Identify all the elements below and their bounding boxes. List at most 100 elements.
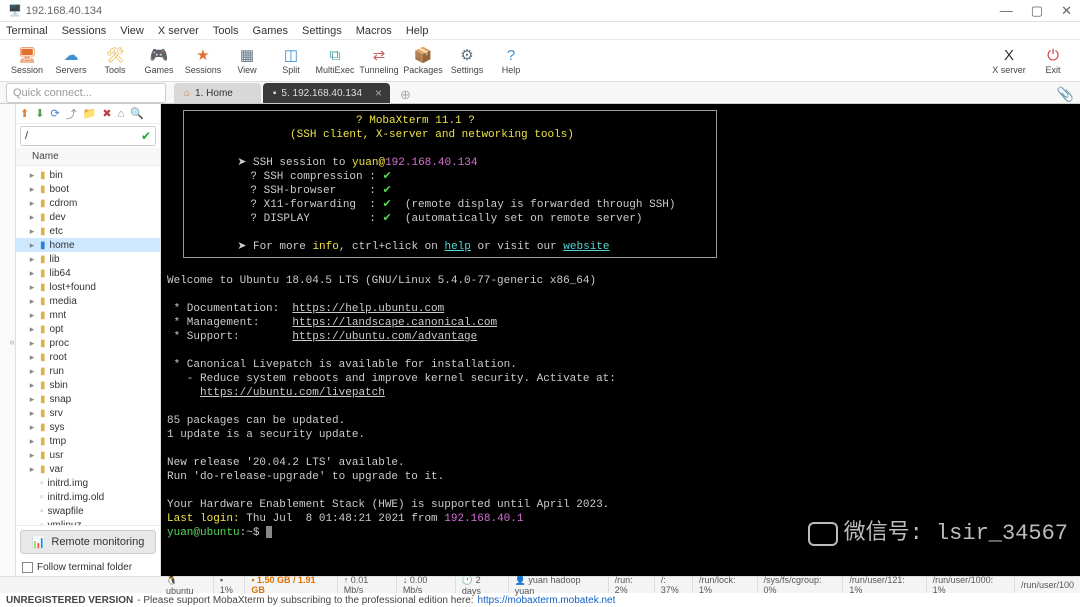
menu-macros[interactable]: Macros [356, 25, 392, 37]
sessions-button[interactable]: ★Sessions [184, 42, 222, 80]
expand-icon[interactable]: ▸ [28, 352, 36, 363]
refresh-icon[interactable]: ⟳ [50, 107, 59, 120]
delete-icon[interactable]: ✖ [102, 107, 111, 120]
menu-x-server[interactable]: X server [158, 25, 199, 37]
column-header-name[interactable]: Name [16, 148, 160, 166]
expand-icon[interactable]: ▸ [28, 366, 36, 377]
expand-icon[interactable]: ▸ [28, 212, 36, 223]
help-button[interactable]: ?Help [492, 42, 530, 80]
status-disk-5: /run/user/1000: 1% [926, 577, 1014, 593]
new-tab-button[interactable]: ⊕ [400, 87, 411, 103]
menu-games[interactable]: Games [253, 25, 288, 37]
folder-sbin[interactable]: ▸▮sbin [16, 378, 160, 392]
folder-lib[interactable]: ▸▮lib [16, 252, 160, 266]
file-initrd-img[interactable]: ▫initrd.img [16, 476, 160, 490]
view-button[interactable]: ▦View [228, 42, 266, 80]
follow-terminal-checkbox[interactable]: Follow terminal folder [16, 558, 160, 576]
expand-icon[interactable]: ▸ [28, 464, 36, 475]
folder-media[interactable]: ▸▮media [16, 294, 160, 308]
folder-sys[interactable]: ▸▮sys [16, 420, 160, 434]
expand-icon[interactable]: ▸ [28, 408, 36, 419]
upload-icon[interactable]: ⬆ [20, 107, 29, 120]
expand-icon[interactable]: ▸ [28, 184, 36, 195]
folder-usr[interactable]: ▸▮usr [16, 448, 160, 462]
remote-monitoring-button[interactable]: 📊 Remote monitoring [20, 530, 156, 554]
tools-button[interactable]: 🛠Tools [96, 42, 134, 80]
exit-button[interactable]: ⏻Exit [1034, 42, 1072, 80]
folder-dev[interactable]: ▸▮dev [16, 210, 160, 224]
folder-lost+found[interactable]: ▸▮lost+found [16, 280, 160, 294]
close-icon[interactable]: × [375, 86, 382, 100]
quick-connect-input[interactable]: Quick connect... [6, 83, 166, 103]
expand-icon[interactable]: ▸ [28, 296, 36, 307]
terminal[interactable]: ? MobaXterm 11.1 ? (SSH client, X-server… [161, 104, 1080, 576]
folder-boot[interactable]: ▸▮boot [16, 182, 160, 196]
folder-var[interactable]: ▸▮var [16, 462, 160, 476]
menu-terminal[interactable]: Terminal [6, 25, 48, 37]
expand-icon[interactable]: ▸ [28, 254, 36, 265]
maximize-button[interactable]: ▢ [1031, 3, 1043, 19]
expand-icon[interactable]: ▸ [28, 380, 36, 391]
expand-icon[interactable]: ▸ [28, 450, 36, 461]
expand-icon[interactable]: ▸ [28, 170, 36, 181]
folder-tmp[interactable]: ▸▮tmp [16, 434, 160, 448]
parent-icon[interactable]: ⤴ [66, 106, 77, 122]
folder-lib64[interactable]: ▸▮lib64 [16, 266, 160, 280]
tunneling-button[interactable]: ⇄Tunneling [360, 42, 398, 80]
home-icon[interactable]: ⌂ [118, 108, 125, 120]
menu-tools[interactable]: Tools [213, 25, 239, 37]
folder-root[interactable]: ▸▮root [16, 350, 160, 364]
folder-bin[interactable]: ▸▮bin [16, 168, 160, 182]
file-initrd-img-old[interactable]: ▫initrd.img.old [16, 490, 160, 504]
find-icon[interactable]: 🔍 [130, 107, 144, 120]
file-swapfile[interactable]: ▫swapfile [16, 504, 160, 518]
session-button[interactable]: 🖥Session [8, 42, 46, 80]
folder-home[interactable]: ▸▮home [16, 238, 160, 252]
download-icon[interactable]: ⬇ [35, 107, 44, 120]
folder-proc[interactable]: ▸▮proc [16, 336, 160, 350]
games-button[interactable]: 🎮Games [140, 42, 178, 80]
item-label: mnt [50, 310, 67, 321]
menu-sessions[interactable]: Sessions [62, 25, 107, 37]
folder-mnt[interactable]: ▸▮mnt [16, 308, 160, 322]
close-button[interactable]: ✕ [1061, 3, 1072, 19]
pin-icon[interactable]: 📎 [1057, 86, 1074, 103]
servers-button[interactable]: ☁Servers [52, 42, 90, 80]
settings-button[interactable]: ⚙Settings [448, 42, 486, 80]
expand-icon[interactable]: ▸ [28, 268, 36, 279]
folder-srv[interactable]: ▸▮srv [16, 406, 160, 420]
expand-icon[interactable]: ▸ [28, 436, 36, 447]
folder-opt[interactable]: ▸▮opt [16, 322, 160, 336]
minimize-button[interactable]: — [1000, 3, 1013, 19]
tab-label: 1. Home [195, 88, 233, 99]
expand-icon[interactable]: ▸ [28, 240, 36, 251]
menu-view[interactable]: View [120, 25, 144, 37]
file-tree: ▸▮bin▸▮boot▸▮cdrom▸▮dev▸▮etc▸▮home▸▮lib▸… [16, 166, 160, 525]
expand-icon[interactable]: ▸ [28, 324, 36, 335]
folder-run[interactable]: ▸▮run [16, 364, 160, 378]
tab-home[interactable]: ⌂ 1. Home [174, 83, 261, 103]
x-server-button[interactable]: XX server [990, 42, 1028, 80]
multiexec-button[interactable]: ⧉MultiExec [316, 42, 354, 80]
path-input[interactable]: / ✔ [20, 126, 156, 146]
folder-snap[interactable]: ▸▮snap [16, 392, 160, 406]
collapse-icon[interactable]: « [9, 337, 15, 348]
button-label: View [237, 65, 256, 75]
expand-icon[interactable]: ▸ [28, 198, 36, 209]
expand-icon[interactable]: ▸ [28, 310, 36, 321]
folder-etc[interactable]: ▸▮etc [16, 224, 160, 238]
expand-icon[interactable]: ▸ [28, 338, 36, 349]
file-vmlinuz[interactable]: ▫vmlinuz [16, 518, 160, 525]
expand-icon[interactable]: ▸ [28, 226, 36, 237]
split-button[interactable]: ◫Split [272, 42, 310, 80]
menu-settings[interactable]: Settings [302, 25, 342, 37]
footer-link[interactable]: https://mobaxterm.mobatek.net [478, 595, 616, 606]
menu-help[interactable]: Help [406, 25, 429, 37]
folder-cdrom[interactable]: ▸▮cdrom [16, 196, 160, 210]
expand-icon[interactable]: ▸ [28, 394, 36, 405]
newfolder-icon[interactable]: 📁 [83, 107, 97, 120]
expand-icon[interactable]: ▸ [28, 282, 36, 293]
tab-remote[interactable]: ▪ 5. 192.168.40.134 × [263, 83, 390, 103]
packages-button[interactable]: 📦Packages [404, 42, 442, 80]
expand-icon[interactable]: ▸ [28, 422, 36, 433]
